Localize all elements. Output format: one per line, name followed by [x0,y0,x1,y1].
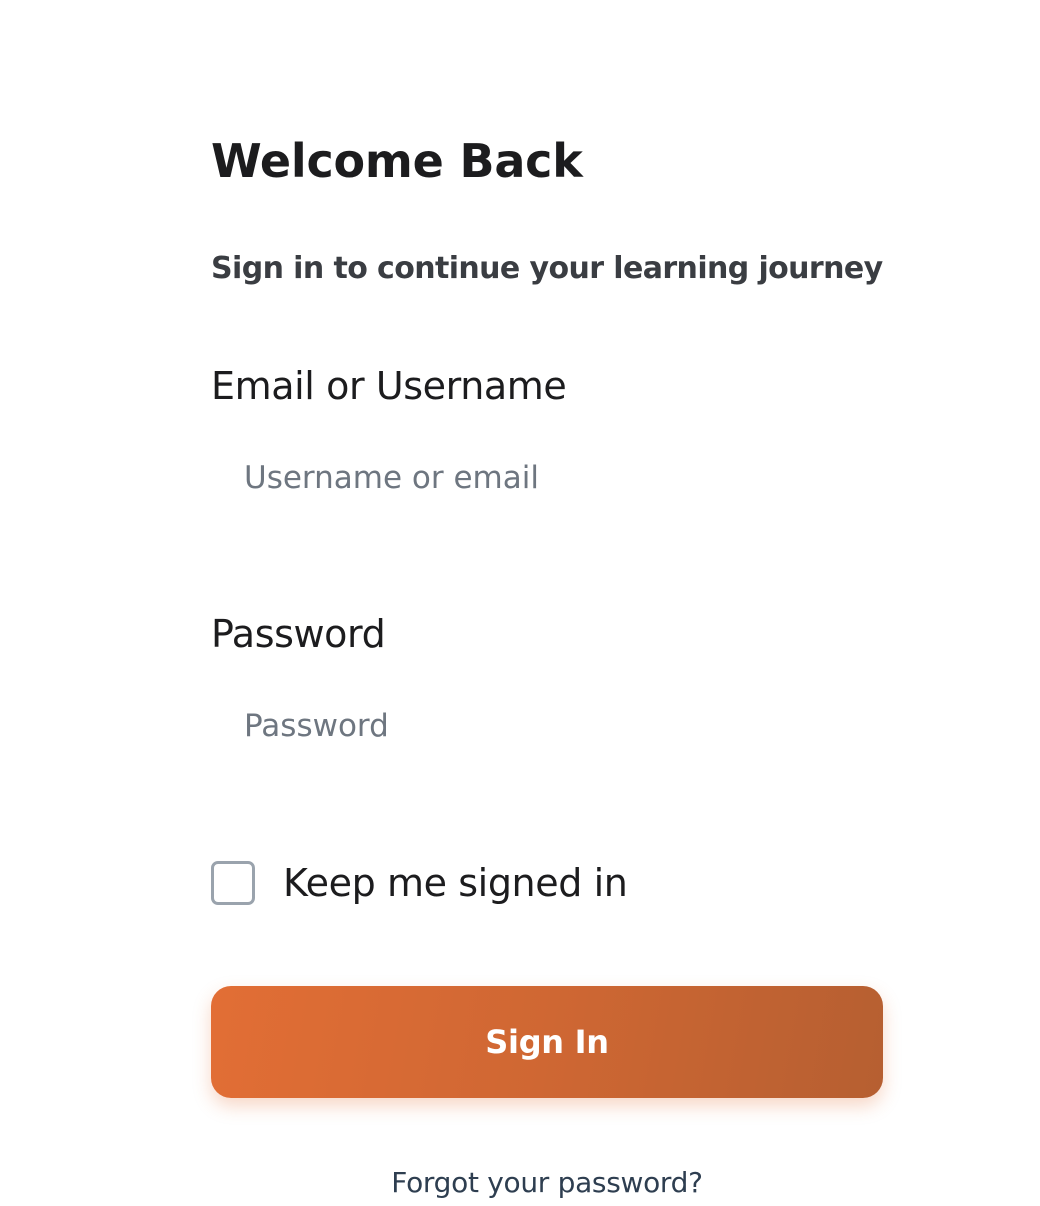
page-title: Welcome Back [211,134,583,188]
email-input[interactable] [211,436,883,520]
password-input[interactable] [211,684,883,768]
password-label: Password [211,612,386,656]
remember-me-checkbox[interactable] [211,861,255,905]
forgot-password-link[interactable]: Forgot your password? [211,1166,883,1199]
page-subtitle: Sign in to continue your learning journe… [211,251,883,286]
email-label: Email or Username [211,364,567,408]
sign-in-button[interactable]: Sign In [211,986,883,1098]
remember-me-row[interactable]: Keep me signed in [211,857,628,909]
remember-me-label[interactable]: Keep me signed in [283,861,628,905]
